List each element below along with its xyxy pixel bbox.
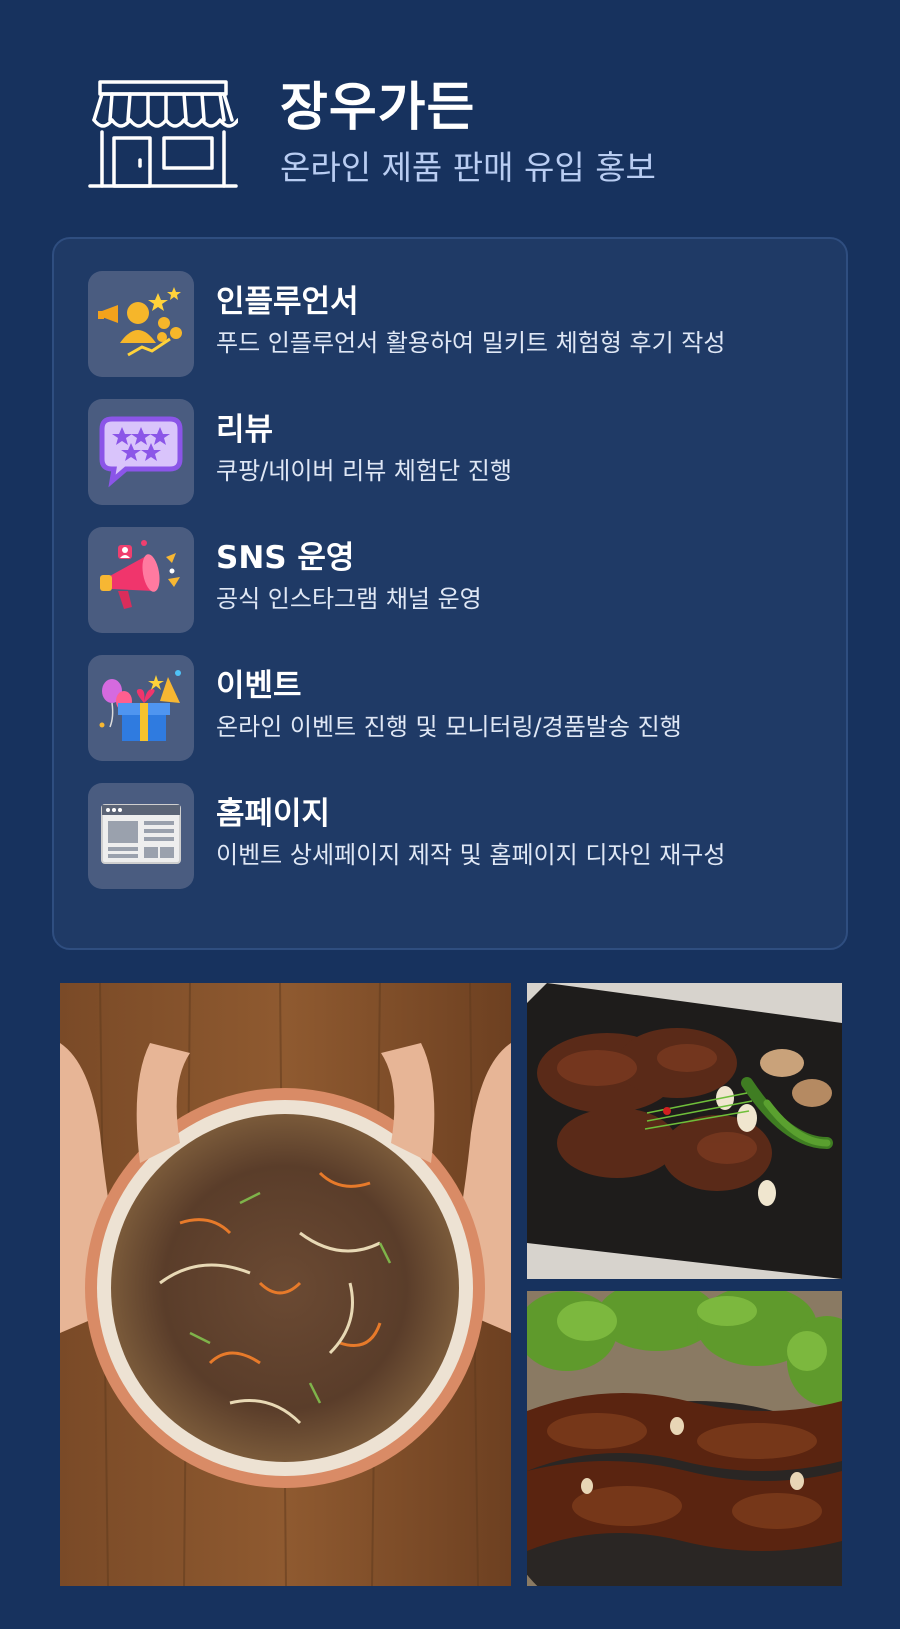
service-item-review: 리뷰 쿠팡/네이버 리뷰 체험단 진행 (88, 399, 828, 505)
review-stars-bubble-icon (88, 399, 194, 505)
service-title: 인플루언서 (216, 284, 359, 320)
bulgogi-bowl-photo (60, 983, 511, 1586)
services-card: 인플루언서 푸드 인플루언서 활용하여 밀키트 체험형 후기 작성 리뷰 쿠팡/… (52, 237, 848, 950)
brand-header: 장우가든 온라인 제품 판매 유입 홍보 (88, 76, 828, 196)
service-description: 공식 인스타그램 채널 운영 (216, 585, 482, 613)
service-description: 푸드 인플루언서 활용하여 밀키트 체험형 후기 작성 (216, 329, 726, 357)
event-gift-icon (88, 655, 194, 761)
service-title: 이벤트 (216, 668, 302, 704)
brand-title: 장우가든 (280, 78, 476, 138)
galbi-platter-photo (527, 983, 842, 1279)
service-item-sns: SNS 운영 공식 인스타그램 채널 운영 (88, 527, 828, 633)
service-title: 리뷰 (216, 412, 274, 448)
brand-subtitle: 온라인 제품 판매 유입 홍보 (280, 148, 656, 187)
webpage-layout-icon (88, 783, 194, 889)
service-description: 온라인 이벤트 진행 및 모니터링/경품발송 진행 (216, 713, 682, 741)
influencer-megaphone-icon (88, 271, 194, 377)
service-item-influencer: 인플루언서 푸드 인플루언서 활용하여 밀키트 체험형 후기 작성 (88, 271, 828, 377)
la-galbi-photo (527, 1291, 842, 1586)
service-description: 이벤트 상세페이지 제작 및 홈페이지 디자인 재구성 (216, 841, 726, 869)
storefront-icon (88, 80, 238, 188)
service-description: 쿠팡/네이버 리뷰 체험단 진행 (216, 457, 512, 485)
sns-megaphone-icon (88, 527, 194, 633)
service-title: SNS 운영 (216, 540, 355, 576)
service-title: 홈페이지 (216, 796, 331, 832)
service-item-homepage: 홈페이지 이벤트 상세페이지 제작 및 홈페이지 디자인 재구성 (88, 783, 828, 889)
service-item-event: 이벤트 온라인 이벤트 진행 및 모니터링/경품발송 진행 (88, 655, 828, 761)
